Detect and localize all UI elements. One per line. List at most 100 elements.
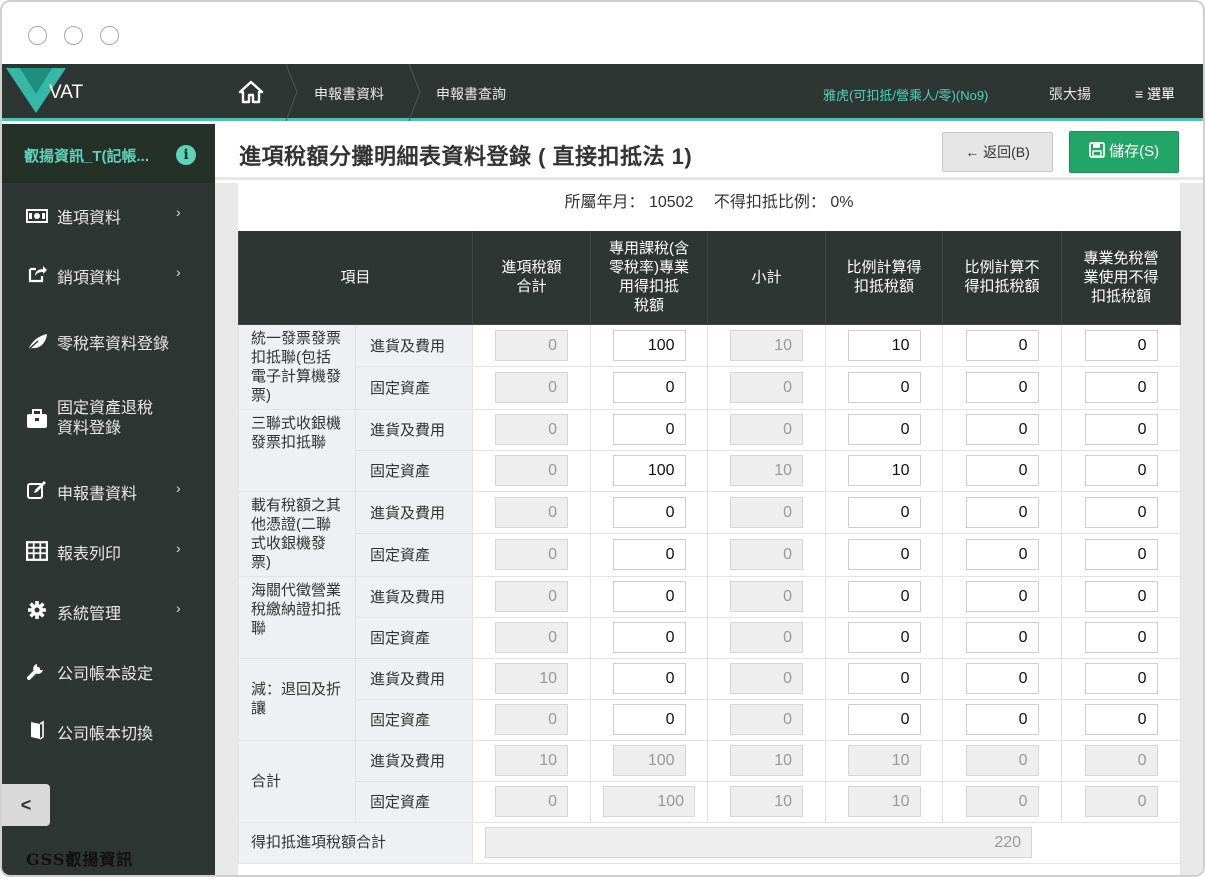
table-cell: 0 [590,698,709,741]
page-title: 進項稅額分攤明細表資料登錄 ( 直接扣抵法 1) [239,144,693,169]
tax-amount-input[interactable]: 0 [847,663,921,694]
tax-amount-input[interactable]: 0 [847,372,921,404]
table-cell: 0 [1061,408,1182,451]
tax-amount-input[interactable]: 0 [965,581,1039,612]
share-icon [28,266,47,283]
arrow-left-icon: ← [965,144,980,160]
table-cell: 0 [1061,616,1182,659]
row-category: 三聯式收銀機發票扣抵聯 [238,408,356,492]
tax-amount-input[interactable]: 0 [847,704,921,735]
floppy-disk-icon [1089,142,1105,158]
table-cell: 0 [942,490,1063,534]
tax-amount-input[interactable]: 0 [965,622,1039,653]
company-name[interactable]: 雅虎(可扣抵/營乘人/零)(No9) [823,85,988,104]
tax-amount-input[interactable]: 0 [1084,622,1158,653]
tax-amount-input[interactable]: 0 [1084,329,1158,361]
readonly-value-field: 0 [965,745,1039,776]
tax-amount-input[interactable]: 0 [612,663,686,694]
tax-amount-input[interactable]: 0 [612,622,686,653]
row-category: 合計 [238,739,356,823]
tax-amount-input[interactable]: 100 [612,329,686,361]
tax-amount-input[interactable]: 0 [965,372,1039,404]
browser-window: VAT 申報書資料 申報書查詢 雅虎(可扣抵/營乘人/零)(No9) 張大揚 ≡… [0,0,1205,877]
row-subcategory: 固定資產 [354,449,474,492]
info-icon[interactable]: i [176,145,196,165]
table-cell: 0 [590,657,709,700]
tax-amount-input[interactable]: 0 [612,372,686,404]
row-subcategory: 進貨及費用 [354,739,474,782]
tax-amount-input[interactable]: 0 [612,581,686,612]
tax-amount-input[interactable]: 0 [1084,581,1158,612]
tax-amount-input[interactable]: 0 [1084,414,1158,445]
window-minimize-button[interactable] [64,26,83,45]
row-subcategory: 固定資產 [354,698,474,741]
table-cell: 10 [825,323,944,367]
table-cell: 0 [1061,323,1182,367]
column-header-item: 項目 [237,231,474,325]
readonly-value-field: 100 [612,745,686,776]
tax-amount-input[interactable]: 0 [612,414,686,445]
tax-amount-input[interactable]: 0 [1084,455,1158,486]
sidebar-item-label: 系統管理 [57,606,122,623]
sidebar-header[interactable]: 叡揚資訊_T(記帳... i [2,124,215,183]
window-zoom-button[interactable] [100,26,119,45]
page-header: 進項稅額分攤明細表資料登錄 ( 直接扣抵法 1) ← 返回(B) 儲存(S) [215,124,1203,180]
tax-amount-input[interactable]: 0 [847,622,921,653]
tax-amount-input[interactable]: 0 [1084,496,1158,528]
leaf-icon [26,334,47,352]
table-cell: 100 [590,449,709,492]
tax-amount-input[interactable]: 0 [612,704,686,735]
table-cell: 10 [472,739,592,782]
table-cell: 0 [1061,490,1182,534]
save-button[interactable]: 儲存(S) [1069,131,1179,173]
tax-amount-input[interactable]: 10 [847,455,921,486]
back-button[interactable]: ← 返回(B) [942,132,1053,172]
home-icon[interactable] [238,80,264,104]
user-name[interactable]: 張大揚 [1049,84,1091,104]
table-cell: 0 [1061,449,1182,492]
tax-amount-input[interactable]: 0 [1084,372,1158,404]
tax-amount-input[interactable]: 0 [965,329,1039,361]
table-cell: 0 [825,657,944,700]
tax-amount-input[interactable]: 100 [612,455,686,486]
tax-amount-input[interactable]: 0 [847,539,921,571]
table-cell: 0 [825,698,944,741]
breadcrumb-item-report-query[interactable]: 申報書查詢 [436,84,506,104]
breadcrumb-item-report-data[interactable]: 申報書資料 [314,84,384,104]
table-cell: 0 [825,408,944,451]
table-cell: 0 [1061,366,1182,410]
tax-amount-input[interactable]: 0 [965,663,1039,694]
row-category: 載有稅額之其他憑證(二聯式收銀機發票) [238,490,356,577]
table-cell: 10 [825,739,944,782]
table-cell: 0 [942,366,1063,410]
deductible-total-row: 得扣抵進項稅額合計 220 [237,821,1182,864]
tax-amount-input[interactable]: 0 [1084,663,1158,694]
table-cell: 10 [707,449,827,492]
tax-amount-input[interactable]: 0 [1084,704,1158,735]
tax-amount-input[interactable]: 0 [965,455,1039,486]
table-cell: 100 [590,323,709,367]
column-header-exempt-nondeductible: 專業免稅營 業使用不得 扣抵稅額 [1061,231,1182,325]
tax-amount-input[interactable]: 0 [847,496,921,528]
wrench-icon [27,664,43,680]
tax-amount-input[interactable]: 0 [612,496,686,528]
tax-amount-input[interactable]: 0 [965,539,1039,571]
window-close-button[interactable] [28,26,47,45]
tax-amount-input[interactable]: 0 [612,539,686,571]
sidebar-collapse-button[interactable]: < [2,784,50,826]
tax-amount-input[interactable]: 0 [1084,539,1158,571]
readonly-value-field: 0 [730,581,804,612]
menu-button[interactable]: ≡ 選單 [1135,84,1175,104]
row-category: 減：退回及折讓 [238,657,356,741]
readonly-value-field: 0 [730,372,804,404]
table-cell: 10 [825,449,944,492]
column-header-ratio-deductible: 比例計算得 扣抵稅額 [825,231,944,325]
tax-amount-input[interactable]: 0 [847,581,921,612]
tax-amount-input[interactable]: 0 [965,414,1039,445]
tax-amount-input[interactable]: 10 [847,329,921,361]
tax-amount-input[interactable]: 0 [847,414,921,445]
deductible-total-value: 220 [485,827,1033,858]
tax-amount-input[interactable]: 0 [965,496,1039,528]
tax-amount-input[interactable]: 0 [965,704,1039,735]
sidebar-item-label-line2: 資料登錄 [57,420,122,437]
